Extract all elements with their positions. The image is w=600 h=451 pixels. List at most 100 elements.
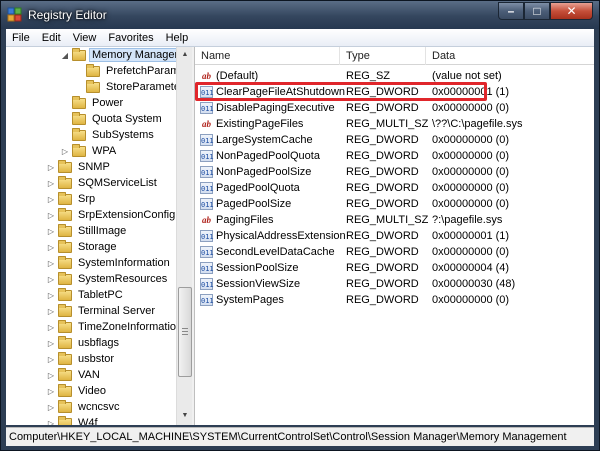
registry-value-row[interactable]: 011 PagedPoolSize REG_DWORD 0x00000000 (0) [195,196,594,211]
tree-item[interactable]: ▷ SrpExtensionConfig [46,207,178,223]
tree-vertical-scrollbar[interactable]: ▲ ▼ [176,47,192,425]
collapsed-arrow-icon[interactable]: ▷ [46,387,56,396]
status-bar-path: Computer\HKEY_LOCAL_MACHINE\SYSTEM\Curre… [6,427,594,446]
tree-item[interactable]: ▷ usbflags [46,335,122,351]
folder-icon [58,415,72,425]
value-data: (value not set) [432,69,502,82]
maximize-button[interactable]: □ [524,2,550,20]
value-data: 0x00000000 (0) [432,293,510,306]
value-data: ?:\pagefile.sys [432,213,503,226]
tree-item[interactable]: ▷ Storage [46,239,120,255]
value-name: SecondLevelDataCache [216,245,335,258]
tree-item[interactable]: Quota System [60,111,165,127]
minimize-button[interactable]: – [498,2,524,20]
collapsed-arrow-icon[interactable]: ▷ [46,419,56,426]
tree-item[interactable]: ▷ Terminal Server [46,303,158,319]
scrollbar-thumb[interactable] [178,287,192,377]
tree-item[interactable]: StoreParameters [74,79,191,95]
scroll-up-arrow-icon[interactable]: ▲ [178,48,192,62]
tree-item[interactable]: Power [60,95,126,111]
scroll-down-arrow-icon[interactable]: ▼ [178,409,192,423]
tree-item[interactable]: ▷ Video [46,383,109,399]
folder-icon [58,303,72,317]
tree-item[interactable]: ▷ TabletPC [46,287,126,303]
value-type: REG_DWORD [346,149,419,162]
column-header-name[interactable]: Name [195,47,340,65]
registry-value-row[interactable]: 011 SessionViewSize REG_DWORD 0x00000030 (4… [195,276,594,291]
menu-view[interactable]: View [67,32,103,44]
menu-file[interactable]: File [6,32,36,44]
folder-icon [58,351,72,365]
tree-item[interactable]: ▷ Srp [46,191,98,207]
tree-item[interactable]: ▷ W4f [46,415,101,425]
collapsed-arrow-icon[interactable]: ▷ [46,403,56,412]
value-name-cell: 011 DisablePagingExecutive [195,101,340,114]
tree-item[interactable]: SubSystems [60,127,157,143]
collapsed-arrow-icon[interactable]: ▷ [46,227,56,236]
collapsed-arrow-icon[interactable]: ▷ [46,323,56,332]
tree-item[interactable]: ▷ VAN [46,367,103,383]
value-name: PagedPoolQuota [216,181,300,194]
collapsed-arrow-icon[interactable]: ▷ [46,355,56,364]
value-type: REG_DWORD [346,101,419,114]
tree-item-label: wcncsvc [78,401,120,413]
folder-icon [72,111,86,125]
tree-item-label: Srp [78,193,96,205]
menu-edit[interactable]: Edit [36,32,67,44]
registry-editor-icon [7,7,22,22]
value-name-cell: ab (Default) [195,69,340,82]
collapsed-arrow-icon[interactable]: ▷ [46,291,56,300]
tree-item[interactable]: ▷ wcncsvc [46,399,123,415]
collapsed-arrow-icon[interactable]: ▷ [60,147,70,156]
tree-item[interactable]: ▷ SNMP [46,159,113,175]
registry-value-row[interactable]: ab (Default) REG_SZ (value not set) [195,68,594,83]
registry-value-row[interactable]: 011 LargeSystemCache REG_DWORD 0x00000000 (… [195,132,594,147]
tree-item[interactable]: ▷ StillImage [46,223,129,239]
registry-value-row[interactable]: 011 SessionPoolSize REG_DWORD 0x00000004 (4… [195,260,594,275]
menu-favorites[interactable]: Favorites [102,32,159,44]
expanded-arrow-icon[interactable]: ◢ [60,51,70,60]
close-button[interactable]: ✕ [550,2,593,20]
tree-item[interactable]: ▷ SystemInformation [46,255,173,271]
tree-item[interactable]: ◢ Memory Management [60,47,191,63]
collapsed-arrow-icon[interactable]: ▷ [46,371,56,380]
tree-item[interactable]: ▷ WPA [60,143,119,159]
registry-value-row[interactable]: 011 PagedPoolQuota REG_DWORD 0x00000000 (0) [195,180,594,195]
registry-value-row[interactable]: 011 NonPagedPoolQuota REG_DWORD 0x00000000 … [195,148,594,163]
tree-item[interactable]: ▷ SystemResources [46,271,170,287]
collapsed-arrow-icon[interactable]: ▷ [46,211,56,220]
registry-value-row[interactable]: 011 DisablePagingExecutive REG_DWORD 0x0000… [195,100,594,115]
collapsed-arrow-icon[interactable]: ▷ [46,179,56,188]
value-name: LargeSystemCache [216,133,313,146]
column-header-type[interactable]: Type [340,47,426,65]
registry-value-row[interactable]: ab ExistingPageFiles REG_MULTI_SZ \??\C:\pa… [195,116,594,131]
registry-value-row[interactable]: 011 SystemPages REG_DWORD 0x00000000 (0) [195,292,594,307]
collapsed-arrow-icon[interactable]: ▷ [46,195,56,204]
tree-item[interactable]: ▷ SQMServiceList [46,175,160,191]
value-name-cell: 011 SessionPoolSize [195,261,340,274]
tree-item[interactable]: ▷ usbstor [46,351,117,367]
value-type: REG_DWORD [346,133,419,146]
registry-value-row[interactable]: ab PagingFiles REG_MULTI_SZ ?:\pagefile.sys [195,212,594,227]
tree-item-label: TimeZoneInformation [78,321,183,333]
registry-value-row[interactable]: 011 NonPagedPoolSize REG_DWORD 0x00000000 (… [195,164,594,179]
column-header-data[interactable]: Data [426,47,594,65]
collapsed-arrow-icon[interactable]: ▷ [46,339,56,348]
tree-item[interactable]: ▷ TimeZoneInformation [46,319,185,335]
menu-help[interactable]: Help [160,32,195,44]
registry-value-row[interactable]: 011 PhysicalAddressExtension REG_DWORD 0x00… [195,228,594,243]
collapsed-arrow-icon[interactable]: ▷ [46,307,56,316]
tree-item-label: SNMP [78,161,110,173]
collapsed-arrow-icon[interactable]: ▷ [46,275,56,284]
collapsed-arrow-icon[interactable]: ▷ [46,259,56,268]
folder-icon [86,79,100,93]
value-name-cell: 011 PagedPoolQuota [195,181,340,194]
collapsed-arrow-icon[interactable]: ▷ [46,243,56,252]
tree-item[interactable]: PrefetchParameters [74,63,191,79]
collapsed-arrow-icon[interactable]: ▷ [46,163,56,172]
registry-value-row[interactable]: 011 SecondLevelDataCache REG_DWORD 0x000000… [195,244,594,259]
title-bar[interactable]: Registry Editor – □ ✕ [1,1,599,29]
value-type: REG_DWORD [346,197,419,210]
dword-value-icon: 011 [200,133,214,146]
value-data: \??\C:\pagefile.sys [432,117,523,130]
